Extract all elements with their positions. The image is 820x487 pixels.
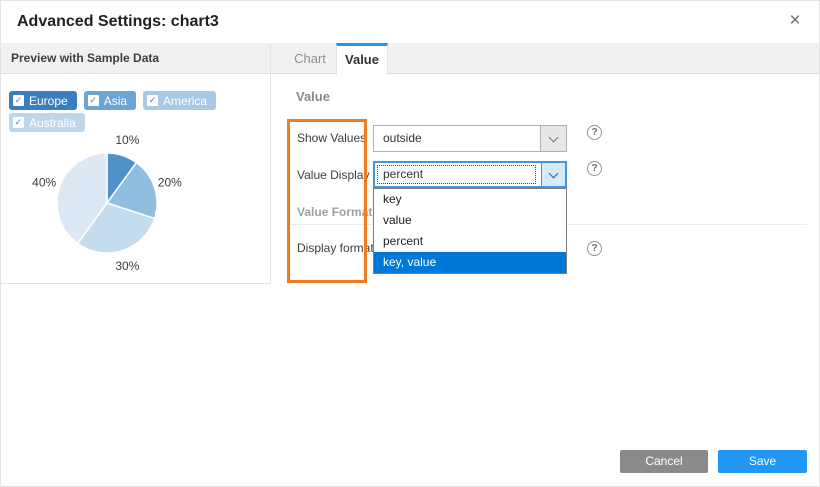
legend-label: Asia (104, 94, 127, 108)
preview-panel-header: Preview with Sample Data (1, 43, 270, 74)
legend-item-asia[interactable]: ✓ Asia (84, 91, 136, 110)
show-values-select[interactable]: outside (373, 125, 567, 152)
pie-chart: 10% 20% 30% 40% (1, 121, 271, 284)
display-format-label: Display format (297, 241, 374, 255)
value-display-label: Value Display (297, 168, 369, 182)
pie-value-label: 10% (115, 133, 139, 147)
dropdown-option-key[interactable]: key (374, 189, 566, 210)
tab-value[interactable]: Value (336, 43, 388, 75)
value-display-dropdown: key value percent key, value (373, 188, 567, 274)
dropdown-option-value[interactable]: value (374, 210, 566, 231)
preview-panel: Preview with Sample Data ✓ Europe ✓ Asia… (1, 43, 271, 284)
legend-item-europe[interactable]: ✓ Europe (9, 91, 77, 110)
help-icon-display-format[interactable]: ? (587, 241, 602, 256)
pie-value-label: 30% (115, 259, 139, 273)
tab-chart[interactable]: Chart (286, 43, 334, 74)
save-button[interactable]: Save (718, 450, 807, 473)
dialog-title-bar: Advanced Settings: chart3 × (1, 1, 820, 43)
value-display-selected-value: percent (383, 163, 423, 186)
help-icon-show-values[interactable]: ? (587, 125, 602, 140)
value-display-select[interactable]: percent (373, 161, 567, 188)
legend-label: America (163, 94, 207, 108)
cancel-button[interactable]: Cancel (620, 450, 708, 473)
chevron-down-icon[interactable] (541, 163, 565, 186)
checkbox-checked-icon: ✓ (88, 95, 99, 106)
legend-item-america[interactable]: ✓ America (143, 91, 216, 110)
dialog-title: Advanced Settings: chart3 (17, 1, 219, 43)
pie-value-label: 20% (158, 176, 182, 190)
show-values-selected-value: outside (383, 126, 422, 151)
close-icon[interactable]: × (785, 1, 805, 43)
value-format-label: Value Format (297, 205, 372, 219)
dropdown-option-key-value[interactable]: key, value (374, 252, 566, 273)
checkbox-checked-icon: ✓ (147, 95, 158, 106)
value-section-title: Value (296, 89, 330, 104)
show-values-label: Show Values (297, 131, 366, 145)
dropdown-option-percent[interactable]: percent (374, 231, 566, 252)
help-icon-value-display[interactable]: ? (587, 161, 602, 176)
chevron-down-icon[interactable] (540, 126, 566, 151)
pie-value-label: 40% (32, 176, 56, 190)
advanced-settings-dialog: Advanced Settings: chart3 × Chart Value … (0, 0, 820, 487)
checkbox-checked-icon: ✓ (13, 95, 24, 106)
legend-label: Europe (29, 94, 68, 108)
